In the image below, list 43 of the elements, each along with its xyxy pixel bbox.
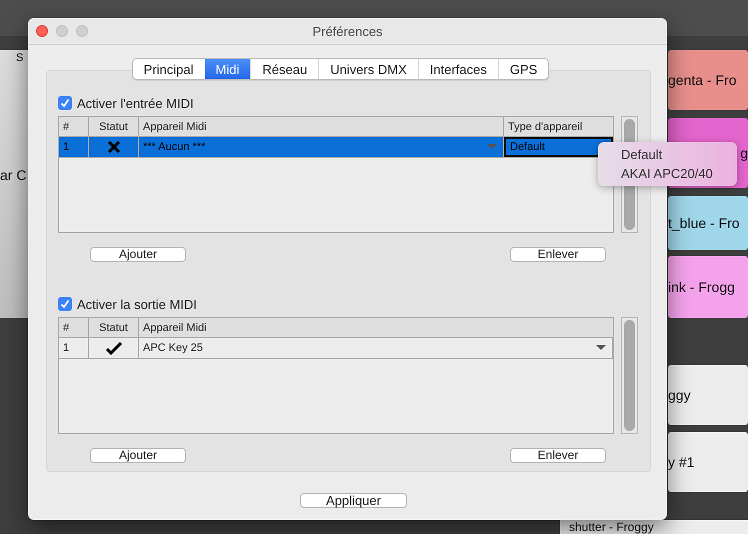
table-button[interactable]: Ajouter xyxy=(90,448,186,463)
color-tile[interactable]: genta - Fro xyxy=(668,50,748,110)
column-header: # xyxy=(59,318,89,337)
tab[interactable]: Interfaces xyxy=(418,59,498,79)
apply-button[interactable]: Appliquer xyxy=(300,493,407,508)
color-tile[interactable]: shutter - Froggy xyxy=(560,520,748,534)
table-button[interactable]: Enlever xyxy=(510,247,606,262)
checkbox-label: Activer la sortie MIDI xyxy=(77,296,197,312)
tab[interactable]: Principal xyxy=(132,59,205,79)
caret-icon xyxy=(596,345,606,350)
checkbox[interactable] xyxy=(58,297,72,311)
color-tile[interactable]: ink - Frogg xyxy=(668,256,748,318)
checkbox[interactable] xyxy=(58,96,72,110)
window-title: Préférences xyxy=(311,24,384,38)
color-tile[interactable]: ggy xyxy=(668,365,748,425)
checkbox-label: Activer l'entrée MIDI xyxy=(77,96,194,110)
color-tile[interactable]: t_blue - Fro xyxy=(668,196,748,250)
column-header: Statut xyxy=(89,117,139,136)
color-tile[interactable]: y #1 xyxy=(668,432,748,492)
tab[interactable]: Univers DMX xyxy=(318,59,418,79)
column-header: Appareil Midi xyxy=(139,117,504,136)
column-header: Statut xyxy=(89,318,139,337)
menu-item[interactable]: AKAI APC20/40 xyxy=(598,164,737,183)
table-button[interactable]: Enlever xyxy=(510,448,606,463)
column-header: Type d'appareil xyxy=(507,120,584,134)
device-dropdown[interactable]: APC Key 25 xyxy=(139,338,613,358)
cross-icon xyxy=(106,140,120,154)
table-cell: 1 xyxy=(59,338,89,358)
checkmark-icon xyxy=(106,342,122,354)
tile-label: S xyxy=(16,52,24,64)
close-button[interactable] xyxy=(36,25,48,37)
column-header: # xyxy=(59,117,89,136)
table-row[interactable]: 1 *** Aucun *** Default xyxy=(59,137,613,158)
tile-label: ar C xyxy=(0,167,26,183)
tab[interactable]: Réseau xyxy=(250,59,318,79)
table-row[interactable]: 1 APC Key 25 xyxy=(59,338,613,359)
column-header: Appareil Midi xyxy=(142,320,208,336)
scrollbar[interactable] xyxy=(621,317,638,434)
device-dropdown[interactable]: *** Aucun *** xyxy=(139,137,504,157)
table-cell: 1 xyxy=(59,137,89,157)
caret-icon xyxy=(487,144,497,149)
tab[interactable]: Midi xyxy=(204,59,250,79)
table-button[interactable]: Ajouter xyxy=(90,247,186,262)
